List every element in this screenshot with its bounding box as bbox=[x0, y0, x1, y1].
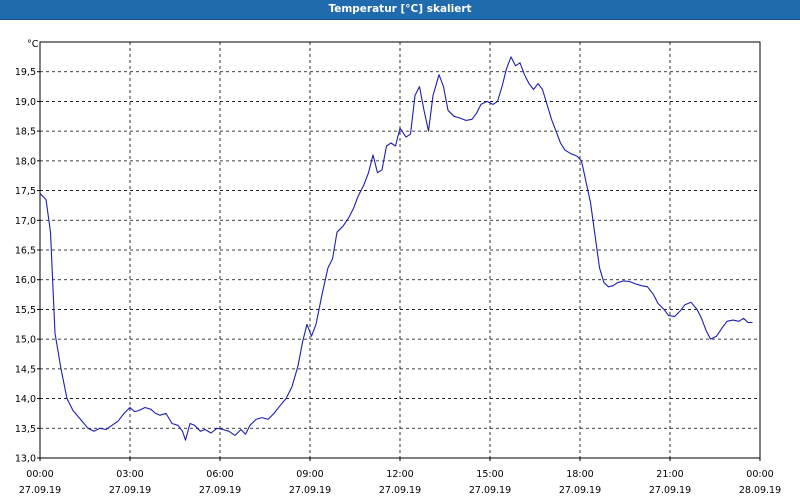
y-tick-label: 16,5 bbox=[15, 246, 36, 257]
y-axis-ticks: 13,0 13,5 14,0 14,5 15,0 15,5 16,0 16,5 17,0 17,5… bbox=[15, 67, 40, 465]
y-tick-label: 15,0 bbox=[15, 335, 36, 346]
series-layer bbox=[39, 56, 753, 441]
x-tick-time-label: 03:00 bbox=[116, 469, 143, 480]
x-tick-time-label: 09:00 bbox=[296, 469, 323, 480]
y-tick-label: 13,5 bbox=[15, 424, 36, 435]
y-tick-label: 16,0 bbox=[15, 275, 36, 286]
x-tick-date-label: 27.09.19 bbox=[379, 485, 421, 496]
x-tick-time-label: 00:00 bbox=[746, 469, 773, 480]
window-title: Temperatur [°C] skaliert bbox=[0, 0, 800, 20]
x-tick-date-label: 28.09.19 bbox=[739, 485, 781, 496]
x-tick-date-label: 27.09.19 bbox=[649, 485, 691, 496]
y-tick-label: 14,0 bbox=[15, 394, 36, 405]
y-tick-label: 18,5 bbox=[15, 127, 36, 138]
x-tick-date-label: 27.09.19 bbox=[199, 485, 241, 496]
chart-window: Temperatur [°C] skaliert °C 13,0 13,5 14,0… bbox=[0, 0, 800, 500]
x-axis-ticks: 00:00 27.09.19 03:00 27.09.19 06:00 27.09.19 0… bbox=[19, 458, 781, 496]
x-tick-time-label: 00:00 bbox=[26, 469, 53, 480]
y-tick-label: 14,5 bbox=[15, 364, 36, 375]
x-tick-time-label: 12:00 bbox=[386, 469, 413, 480]
x-tick-date-label: 27.09.19 bbox=[469, 485, 511, 496]
y-unit-label: °C bbox=[27, 39, 39, 50]
x-tick-date-label: 27.09.19 bbox=[19, 485, 61, 496]
y-tick-label: 19,0 bbox=[15, 97, 36, 108]
chart-canvas: °C 13,013,514,014,515,015,516,016,517,01… bbox=[15, 39, 781, 496]
y-tick-label: 15,5 bbox=[15, 305, 36, 316]
y-tick-label: 19,5 bbox=[15, 67, 36, 78]
y-tick-label: 18,0 bbox=[15, 156, 36, 167]
y-tick-label: 13,0 bbox=[15, 454, 36, 465]
x-tick-time-label: 18:00 bbox=[566, 469, 593, 480]
y-tick-label: 17,0 bbox=[15, 216, 36, 227]
x-tick-time-label: 06:00 bbox=[206, 469, 233, 480]
y-tick-label: 17,5 bbox=[15, 186, 36, 197]
x-tick-time-label: 21:00 bbox=[656, 469, 683, 480]
x-tick-date-label: 27.09.19 bbox=[559, 485, 601, 496]
x-tick-time-label: 15:00 bbox=[476, 469, 503, 480]
x-tick-date-label: 27.09.19 bbox=[109, 485, 151, 496]
temperature-series-line bbox=[39, 56, 753, 441]
x-tick-date-label: 27.09.19 bbox=[289, 485, 331, 496]
grid bbox=[40, 42, 760, 458]
